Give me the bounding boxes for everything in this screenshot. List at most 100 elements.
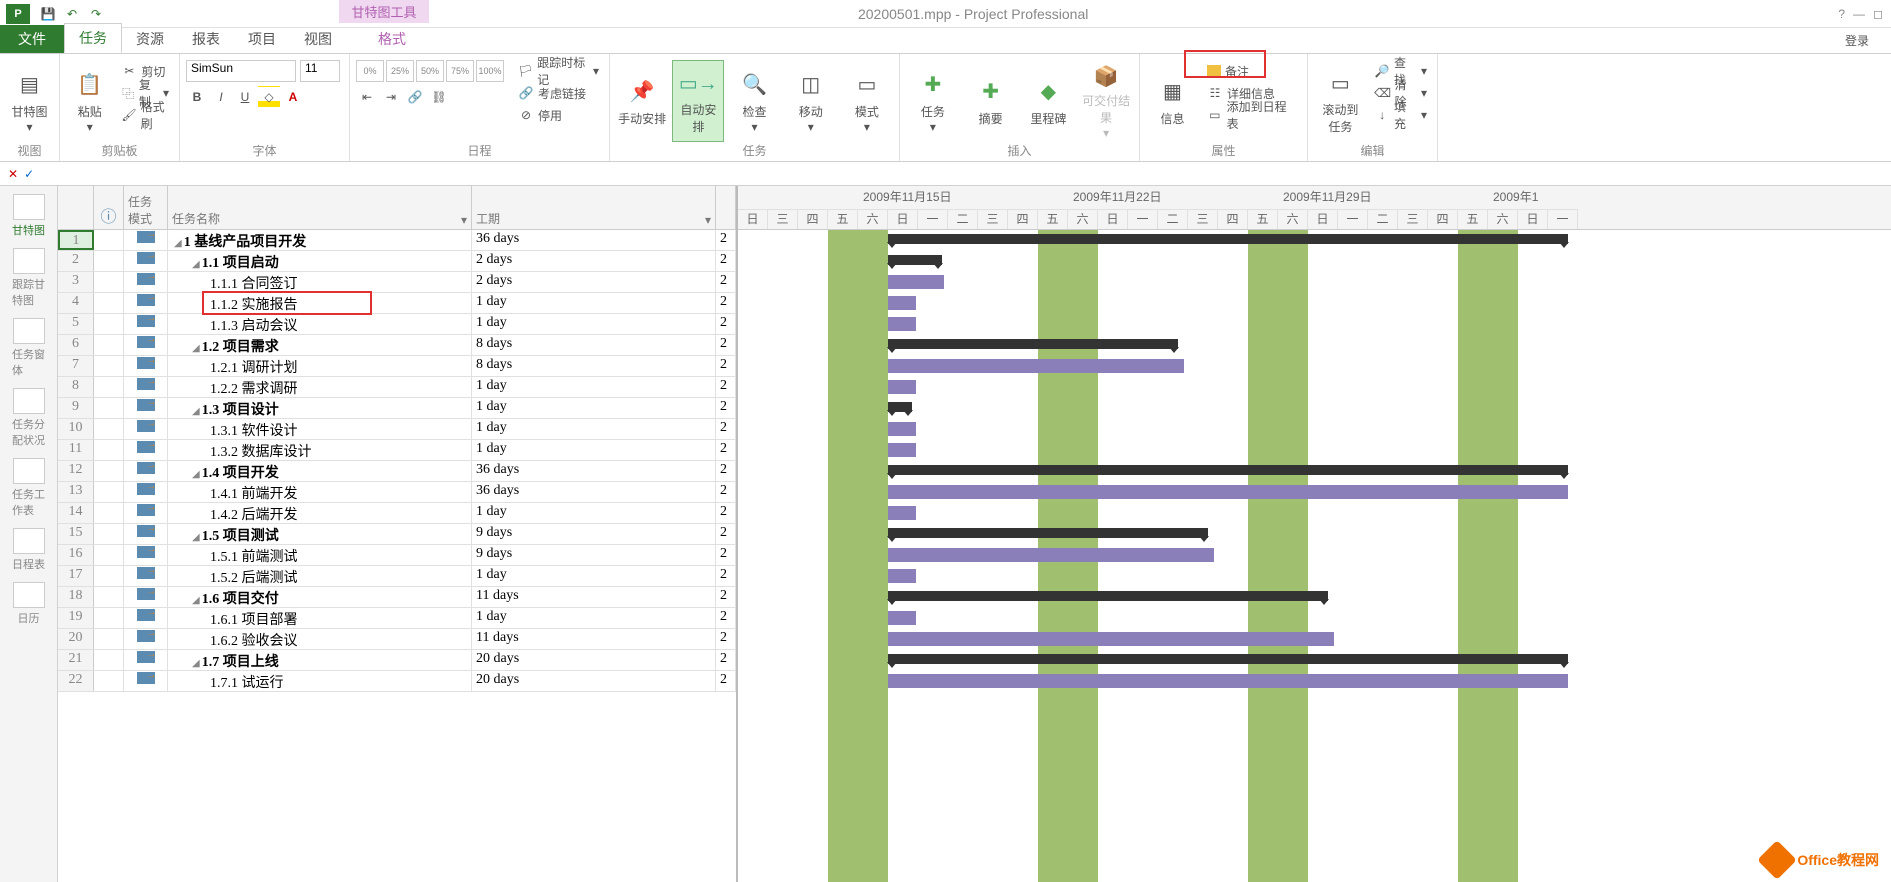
add-timeline-button[interactable]: ▭添加到日程表 — [1203, 104, 1301, 126]
fill-color-button[interactable]: ◇ — [258, 86, 280, 108]
cell-duration[interactable]: 1 day — [472, 503, 716, 523]
row-number[interactable]: 8 — [58, 377, 94, 397]
collapse-icon[interactable]: ◢ — [192, 469, 200, 480]
cell-name[interactable]: ◢1.3 项目设计 — [168, 398, 472, 418]
cell-duration[interactable]: 2 days — [472, 272, 716, 292]
pct-25%[interactable]: 25% — [386, 60, 414, 82]
bold-button[interactable]: B — [186, 86, 208, 108]
row-number[interactable]: 22 — [58, 671, 94, 691]
cell-name[interactable]: 1.5.1 前端测试 — [168, 545, 472, 565]
pct-50%[interactable]: 50% — [416, 60, 444, 82]
task-bar[interactable] — [888, 485, 1568, 499]
cell-info[interactable] — [94, 335, 124, 355]
collapse-icon[interactable]: ◢ — [192, 658, 200, 669]
insert-deliverable-button[interactable]: 📦可交付结果▾ — [1079, 60, 1133, 142]
cell-extra[interactable]: 2 — [716, 440, 736, 460]
row-number[interactable]: 5 — [58, 314, 94, 334]
cell-extra[interactable]: 2 — [716, 398, 736, 418]
cell-name[interactable]: 1.4.1 前端开发 — [168, 482, 472, 502]
cell-extra[interactable]: 2 — [716, 356, 736, 376]
cell-info[interactable] — [94, 545, 124, 565]
table-row[interactable]: 12◢1.4 项目开发36 days2 — [58, 461, 736, 482]
login-link[interactable]: 登录 — [1835, 28, 1879, 53]
cell-mode[interactable] — [124, 671, 168, 691]
row-number[interactable]: 11 — [58, 440, 94, 460]
cell-info[interactable] — [94, 398, 124, 418]
tab-project[interactable]: 项目 — [234, 25, 290, 53]
cell-duration[interactable]: 36 days — [472, 482, 716, 502]
cancel-entry-icon[interactable]: ✕ — [8, 167, 18, 181]
gantt-chart[interactable]: 日三四五六日一二三四五六日一二三四五六日一二三四五六日一 2009年11月15日… — [738, 186, 1891, 882]
row-number[interactable]: 7 — [58, 356, 94, 376]
cell-duration[interactable]: 1 day — [472, 419, 716, 439]
table-row[interactable]: 101.3.1 软件设计1 day2 — [58, 419, 736, 440]
task-bar[interactable] — [888, 359, 1184, 373]
format-painter-button[interactable]: 🖌格式刷 — [117, 104, 173, 126]
row-number[interactable]: 15 — [58, 524, 94, 544]
cell-extra[interactable]: 2 — [716, 671, 736, 691]
cell-extra[interactable]: 2 — [716, 608, 736, 628]
task-bar[interactable] — [888, 275, 944, 289]
cell-info[interactable] — [94, 356, 124, 376]
font-name-select[interactable]: SimSun — [186, 60, 296, 82]
paste-button[interactable]: 📋 粘贴 ▾ — [66, 60, 113, 142]
cell-mode[interactable] — [124, 272, 168, 292]
cell-mode[interactable] — [124, 629, 168, 649]
table-row[interactable]: 9◢1.3 项目设计1 day2 — [58, 398, 736, 419]
cell-mode[interactable] — [124, 356, 168, 376]
cell-name[interactable]: ◢1.7 项目上线 — [168, 650, 472, 670]
cell-name[interactable]: 1.2.1 调研计划 — [168, 356, 472, 376]
collapse-icon[interactable]: ◢ — [192, 259, 200, 270]
cell-extra[interactable]: 2 — [716, 503, 736, 523]
redo-icon[interactable]: ↷ — [86, 4, 106, 24]
cell-duration[interactable]: 1 day — [472, 314, 716, 334]
cell-mode[interactable] — [124, 482, 168, 502]
cell-mode[interactable] — [124, 503, 168, 523]
collapse-icon[interactable]: ◢ — [192, 406, 200, 417]
cell-name[interactable]: 1.6.1 项目部署 — [168, 608, 472, 628]
table-row[interactable]: 71.2.1 调研计划8 days2 — [58, 356, 736, 377]
cell-info[interactable] — [94, 629, 124, 649]
cell-info[interactable] — [94, 587, 124, 607]
header-name[interactable]: 任务名称▾ — [168, 186, 472, 229]
row-number[interactable]: 21 — [58, 650, 94, 670]
view-日程表[interactable]: 日程表 — [10, 526, 47, 574]
task-bar[interactable] — [888, 317, 916, 331]
cell-duration[interactable]: 1 day — [472, 608, 716, 628]
view-跟踪甘 特图[interactable]: 跟踪甘 特图 — [10, 246, 47, 310]
underline-button[interactable]: U — [234, 86, 256, 108]
cell-duration[interactable]: 2 days — [472, 251, 716, 271]
italic-button[interactable]: I — [210, 86, 232, 108]
cell-extra[interactable]: 2 — [716, 629, 736, 649]
cell-duration[interactable]: 11 days — [472, 587, 716, 607]
cell-mode[interactable] — [124, 587, 168, 607]
cell-info[interactable] — [94, 440, 124, 460]
table-row[interactable]: 21◢1.7 项目上线20 days2 — [58, 650, 736, 671]
cell-extra[interactable]: 2 — [716, 461, 736, 481]
cell-name[interactable]: ◢1.5 项目测试 — [168, 524, 472, 544]
row-number[interactable]: 3 — [58, 272, 94, 292]
row-number[interactable]: 19 — [58, 608, 94, 628]
auto-schedule-button[interactable]: ▭→自动安排 — [672, 60, 724, 142]
cell-info[interactable] — [94, 419, 124, 439]
cell-duration[interactable]: 36 days — [472, 230, 716, 250]
tab-task[interactable]: 任务 — [64, 23, 122, 53]
cell-mode[interactable] — [124, 335, 168, 355]
table-row[interactable]: 51.1.3 启动会议1 day2 — [58, 314, 736, 335]
summary-bar[interactable] — [888, 465, 1568, 475]
header-duration[interactable]: 工期▾ — [472, 186, 716, 229]
cell-extra[interactable]: 2 — [716, 314, 736, 334]
insert-milestone-button[interactable]: ◆里程碑 — [1022, 60, 1076, 142]
maximize-icon[interactable]: ◻ — [1873, 7, 1883, 21]
cell-extra[interactable]: 2 — [716, 419, 736, 439]
cell-mode[interactable] — [124, 608, 168, 628]
cell-name[interactable]: ◢1.6 项目交付 — [168, 587, 472, 607]
scroll-to-task-button[interactable]: ▭滚动到 任务 — [1314, 60, 1367, 142]
cell-mode[interactable] — [124, 650, 168, 670]
cell-extra[interactable]: 2 — [716, 335, 736, 355]
row-number[interactable]: 2 — [58, 251, 94, 271]
cell-mode[interactable] — [124, 440, 168, 460]
accept-entry-icon[interactable]: ✓ — [24, 167, 34, 181]
cell-mode[interactable] — [124, 230, 168, 250]
table-row[interactable]: 131.4.1 前端开发36 days2 — [58, 482, 736, 503]
